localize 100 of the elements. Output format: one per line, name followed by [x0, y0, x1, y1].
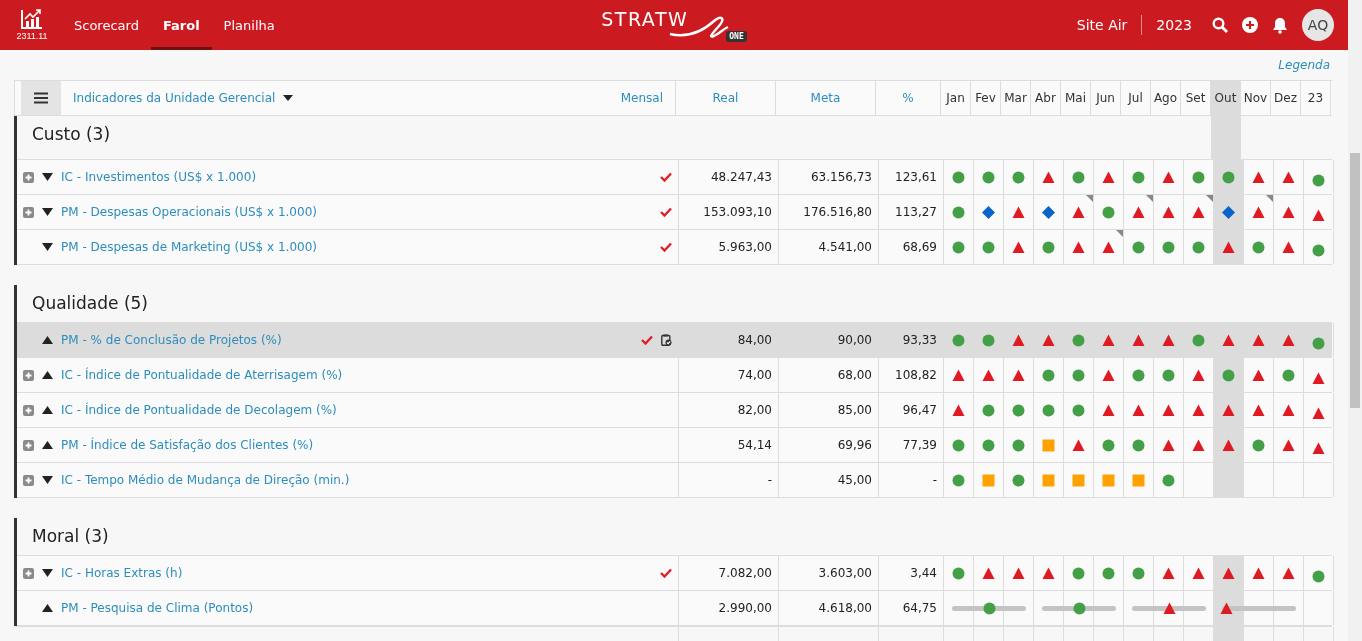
target-value: 4.541,00	[779, 230, 879, 264]
indicator-row[interactable]: PM - Pesquisa de Clima (Pontos) 2.990,00 4.618,00 64,75	[17, 590, 1332, 626]
status-triangle-icon	[1252, 333, 1265, 347]
target-value: 45,00	[779, 463, 879, 497]
month-header[interactable]: Mar	[1001, 81, 1031, 115]
month-header[interactable]: Nov	[1241, 81, 1271, 115]
menu-button[interactable]	[21, 81, 61, 115]
view-dropdown[interactable]: Indicadores da Unidade Gerencial	[69, 91, 298, 105]
notification-bell-icon[interactable]	[1272, 16, 1288, 34]
indicator-link[interactable]: IC - Horas Extras (h)	[61, 566, 183, 580]
nav-tab[interactable]: Farol	[150, 0, 212, 50]
status-circle-icon	[1042, 368, 1055, 382]
status-triangle-icon	[1312, 406, 1325, 420]
expand-icon[interactable]	[23, 206, 34, 218]
status-circle-icon	[1312, 336, 1325, 350]
indicator-row[interactable]: IC - Índice de Pontualidade de Aterrisagem (%) 74,00 68,00 108,82	[17, 357, 1332, 392]
real-value: 2.990,00	[679, 591, 779, 625]
scrollbar-thumb[interactable]	[1350, 153, 1360, 408]
indicator-row[interactable]: IC - Horas Extras (h) 7.082,00 3.603,00 3,44	[17, 555, 1332, 590]
month-header[interactable]: Jan	[941, 81, 971, 115]
status-circle-icon	[1042, 240, 1055, 254]
indicator-row[interactable]: PM - Despesas de Marketing (US$ x 1.000) 5.963,00 4.541,00 68,69	[17, 229, 1332, 265]
month-header[interactable]: Jun	[1091, 81, 1121, 115]
status-diamond-icon	[1042, 205, 1055, 219]
month-header[interactable]: Ago	[1151, 81, 1181, 115]
status-circle-icon	[1012, 403, 1025, 417]
status-circle-icon	[952, 170, 965, 184]
indicator-link[interactable]: IC - Índice de Pontualidade de Decolagem (%)	[61, 403, 337, 417]
status-circle-icon	[1132, 368, 1145, 382]
indicator-row[interactable]: IC - Índice de Pontualidade de Decolagem (%) 82,00 85,00 96,47	[17, 392, 1332, 427]
percent-value: 64,75	[879, 591, 944, 625]
expand-icon[interactable]	[23, 171, 34, 183]
clipboard-check-icon[interactable]	[661, 334, 672, 346]
month-header[interactable]: Abr	[1031, 81, 1061, 115]
indicator-row[interactable]: PM - % de Conclusão de Projetos (%) 84,00 90,00 93,33	[17, 322, 1332, 357]
status-circle-icon	[1102, 438, 1115, 452]
status-triangle-icon	[1162, 566, 1175, 580]
status-triangle-icon	[1072, 240, 1085, 254]
status-triangle-icon	[1162, 170, 1175, 184]
nav-tab[interactable]: Planilha	[211, 0, 287, 50]
expand-icon[interactable]	[23, 439, 34, 451]
status-circle-icon	[982, 333, 995, 347]
month-header[interactable]: Fev	[971, 81, 1001, 115]
indicator-link[interactable]: IC - Índice de Pontualidade de Aterrisagem (%)	[61, 368, 343, 382]
indicator-link[interactable]: PM - Despesas Operacionais (US$ x 1.000)	[61, 205, 317, 219]
status-triangle-icon	[1282, 240, 1295, 254]
indicator-row[interactable]: IC - Investimentos (US$ x 1.000) 48.247,43 63.156,73 123,61	[17, 159, 1332, 194]
status-triangle-icon	[1162, 403, 1175, 417]
status-circle-icon	[1222, 170, 1235, 184]
status-triangle-icon	[982, 368, 995, 382]
indicator-row[interactable]: PM - Índice de Satisfação dos Clientes (%) 54,14 69,96 77,39	[17, 427, 1332, 462]
expand-icon[interactable]	[23, 369, 34, 381]
version-label: 2311.11	[16, 31, 48, 41]
user-avatar[interactable]: AQ	[1302, 9, 1334, 41]
brand-logo: STRATW	[601, 8, 689, 30]
indicator-link[interactable]: PM - Índice de Satisfação dos Clientes (%)	[61, 438, 314, 452]
status-triangle-icon	[1042, 170, 1055, 184]
status-triangle-icon	[1252, 403, 1265, 417]
status-circle-icon	[952, 205, 965, 219]
site-selector[interactable]: Site Air	[1076, 17, 1128, 33]
status-triangle-icon	[1102, 170, 1115, 184]
status-cell[interactable]	[1214, 230, 1244, 264]
percent-value: -	[879, 463, 944, 497]
status-circle-icon	[1132, 566, 1145, 580]
indicator-link[interactable]: IC - Tempo Médio de Mudança de Direção (min.)	[61, 473, 350, 487]
month-header[interactable]: Jul	[1121, 81, 1151, 115]
period-label: Mensal	[620, 91, 663, 105]
indicator-row[interactable]: PM - Despesas Operacionais (US$ x 1.000) 153.093,10 176.516,80 113,27	[17, 194, 1332, 229]
expand-icon[interactable]	[23, 404, 34, 416]
status-triangle-icon	[1102, 240, 1115, 254]
status-circle-icon	[1012, 170, 1025, 184]
month-header[interactable]: Mai	[1061, 81, 1091, 115]
status-square-icon	[1072, 473, 1085, 487]
add-icon[interactable]	[1242, 17, 1258, 33]
month-header[interactable]: Dez	[1271, 81, 1301, 115]
status-circle-icon	[952, 333, 965, 347]
caret-icon	[283, 95, 294, 101]
status-circle-icon	[1252, 240, 1265, 254]
status-triangle-icon	[1252, 566, 1265, 580]
indicator-link[interactable]: IC - Investimentos (US$ x 1.000)	[61, 170, 257, 184]
status-cell[interactable]	[1214, 463, 1244, 497]
indicator-row[interactable]: IC - Tempo Médio de Mudança de Direção (min.) - 45,00 -	[17, 462, 1332, 498]
search-icon[interactable]	[1212, 17, 1228, 33]
status-cell[interactable]	[1214, 556, 1244, 590]
expand-icon[interactable]	[23, 567, 34, 579]
month-header[interactable]: Out	[1211, 81, 1241, 115]
indicator-link[interactable]: PM - Pesquisa de Clima (Pontos)	[61, 601, 254, 615]
expand-icon[interactable]	[23, 474, 34, 486]
year-selector[interactable]: 2023	[1156, 17, 1192, 33]
status-circle-icon	[1072, 170, 1085, 184]
status-triangle-icon	[1222, 240, 1235, 254]
indicator-link[interactable]: PM - Despesas de Marketing (US$ x 1.000)	[61, 240, 317, 254]
status-circle-icon	[982, 438, 995, 452]
status-circle-icon	[952, 240, 965, 254]
status-circle-icon	[1282, 368, 1295, 382]
status-circle-icon	[1312, 569, 1325, 583]
nav-tab[interactable]: Scorecard	[62, 0, 151, 50]
legend-link[interactable]: Legenda	[1278, 58, 1330, 72]
status-circle-icon	[1192, 333, 1205, 347]
target-value: 4.618,00	[779, 591, 879, 625]
